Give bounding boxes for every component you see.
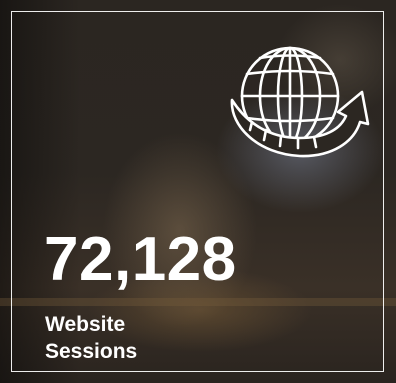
- stat-card: 72,128 Website Sessions: [0, 0, 396, 383]
- metric-label: Website Sessions: [45, 311, 245, 365]
- metric-label-line2: Sessions: [45, 340, 138, 363]
- metric-value: 72,128: [44, 225, 237, 294]
- metric-label-line1: Website: [45, 313, 126, 336]
- globe-with-arrow-icon: [230, 46, 370, 158]
